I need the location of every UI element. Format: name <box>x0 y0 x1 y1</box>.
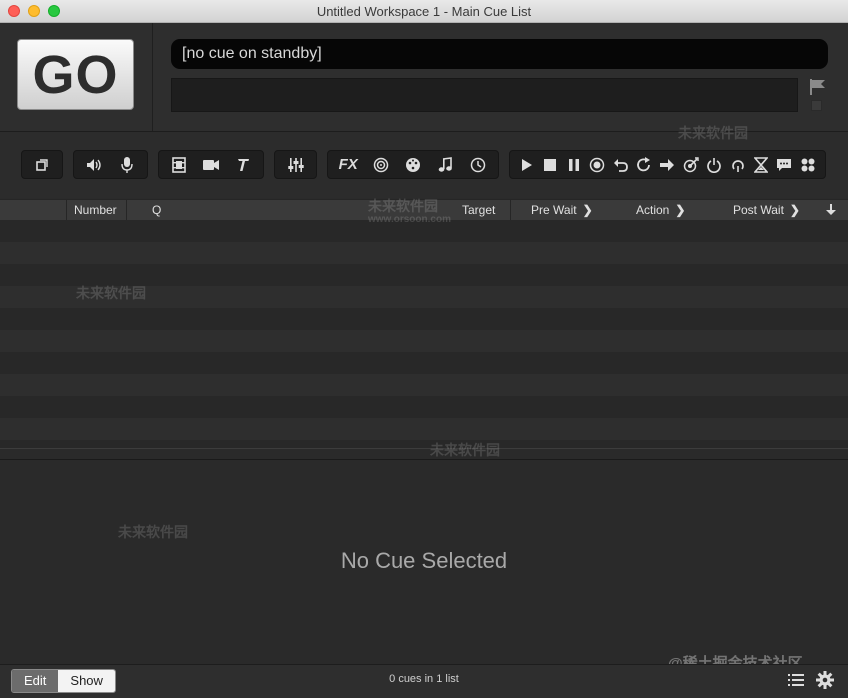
play-icon <box>522 158 532 171</box>
microphone-icon <box>121 156 133 173</box>
undo-icon <box>613 158 628 172</box>
hourglass-icon <box>754 156 769 173</box>
sliders-icon <box>287 157 304 172</box>
camera-icon <box>203 159 219 170</box>
target-cue-button[interactable] <box>370 154 392 176</box>
film-icon <box>172 156 186 173</box>
go-button[interactable]: GO <box>17 39 134 110</box>
column-action[interactable]: Action ❯ <box>636 200 685 220</box>
column-q[interactable]: Q <box>152 200 161 220</box>
watermark-brand: 未来软件园 <box>118 524 188 540</box>
no-cue-selected-text: No Cue Selected <box>340 548 508 573</box>
audio-cue-button[interactable] <box>83 154 105 176</box>
cue-list[interactable] <box>0 220 848 448</box>
timecode-cue-button[interactable] <box>467 154 489 176</box>
text-icon <box>238 158 249 171</box>
watermark-brand: 未来软件园 <box>678 125 748 141</box>
column-number[interactable]: Number <box>74 200 117 220</box>
column-action-label: Action <box>636 203 670 217</box>
watermark-brand: 未来软件园 <box>430 442 500 458</box>
group-cue-button[interactable] <box>31 154 53 176</box>
flag-icon[interactable] <box>809 79 827 95</box>
target-cue-action-button[interactable] <box>680 154 702 176</box>
inspector-panel: No Cue Selected <box>0 460 848 664</box>
clock-icon <box>470 157 485 172</box>
stop-icon <box>544 158 557 171</box>
start-cue-button[interactable] <box>516 154 538 176</box>
column-target[interactable]: Target <box>462 200 495 220</box>
wait-cue-button[interactable] <box>750 154 772 176</box>
disarm-cue-button[interactable] <box>703 154 725 176</box>
video-cue-button[interactable] <box>168 154 190 176</box>
toolbar-group-actions <box>509 150 826 179</box>
column-pre-wait-label: Pre Wait <box>531 203 577 217</box>
arrow-right-icon <box>660 158 675 171</box>
pause-cue-button[interactable] <box>563 154 585 176</box>
fx-cue-button[interactable]: FX <box>337 154 359 176</box>
chevron-right-icon: ❯ <box>675 203 686 217</box>
goto-cue-button[interactable] <box>656 154 678 176</box>
rotate-icon <box>637 156 651 171</box>
pause-icon <box>568 158 579 171</box>
target-icon <box>373 157 388 172</box>
go-area: GO <box>0 23 153 131</box>
group-icon <box>36 158 48 171</box>
flag-checkbox[interactable] <box>811 100 822 111</box>
toolbar-group-light <box>274 150 317 179</box>
speech-bubble-icon <box>777 158 792 171</box>
list-icon[interactable] <box>786 670 806 690</box>
cue-count-status: 0 cues in 1 list <box>389 673 459 685</box>
toolbar-group-group <box>21 150 63 179</box>
window-title: Untitled Workspace 1 - Main Cue List <box>316 4 532 19</box>
record-icon <box>589 157 605 172</box>
continue-mode-column[interactable] <box>826 200 836 220</box>
watermark-brand: 未来软件园 <box>76 285 146 301</box>
script-cue-button[interactable] <box>797 154 819 176</box>
cue-notes-field[interactable] <box>171 78 798 112</box>
window-titlebar: Untitled Workspace 1 - Main Cue List <box>0 0 848 23</box>
arrow-down-icon <box>826 204 836 215</box>
network-icon <box>405 157 420 172</box>
midi-cue-button[interactable] <box>434 154 456 176</box>
toolbar-group-audio <box>73 150 148 179</box>
target-dart-icon <box>683 156 699 172</box>
chevron-right-icon: ❯ <box>582 203 593 217</box>
script-icon <box>801 158 815 171</box>
split-divider[interactable] <box>0 448 848 460</box>
loop-icon <box>731 159 744 172</box>
reset-cue-button[interactable] <box>610 154 632 176</box>
column-pre-wait[interactable]: Pre Wait ❯ <box>531 200 593 220</box>
standby-display: [no cue on standby] <box>171 39 828 69</box>
network-cue-button[interactable] <box>402 154 424 176</box>
watermark-url: www.orsoon.com <box>368 214 451 225</box>
column-post-wait[interactable]: Post Wait ❯ <box>733 200 800 220</box>
toolbar-group-video <box>158 150 264 179</box>
mic-cue-button[interactable] <box>116 154 138 176</box>
chevron-right-icon: ❯ <box>789 203 800 217</box>
camera-cue-button[interactable] <box>200 154 222 176</box>
light-cue-button[interactable] <box>285 154 307 176</box>
stop-cue-button[interactable] <box>539 154 561 176</box>
toolbar-group-control: FX <box>327 150 499 179</box>
watermark-brand: 未来软件园 <box>368 198 438 214</box>
speaker-icon <box>87 158 101 171</box>
record-cue-button[interactable] <box>586 154 608 176</box>
music-note-icon <box>439 156 453 172</box>
load-cue-button[interactable] <box>633 154 655 176</box>
column-post-wait-label: Post Wait <box>733 203 784 217</box>
devamp-cue-button[interactable] <box>727 154 749 176</box>
status-footer: Edit Show 0 cues in 1 list <box>0 664 848 698</box>
power-icon <box>707 157 722 173</box>
go-panel: GO [no cue on standby] <box>0 23 848 132</box>
text-cue-button[interactable] <box>232 154 254 176</box>
memo-cue-button[interactable] <box>773 154 795 176</box>
gear-icon[interactable] <box>815 670 835 690</box>
